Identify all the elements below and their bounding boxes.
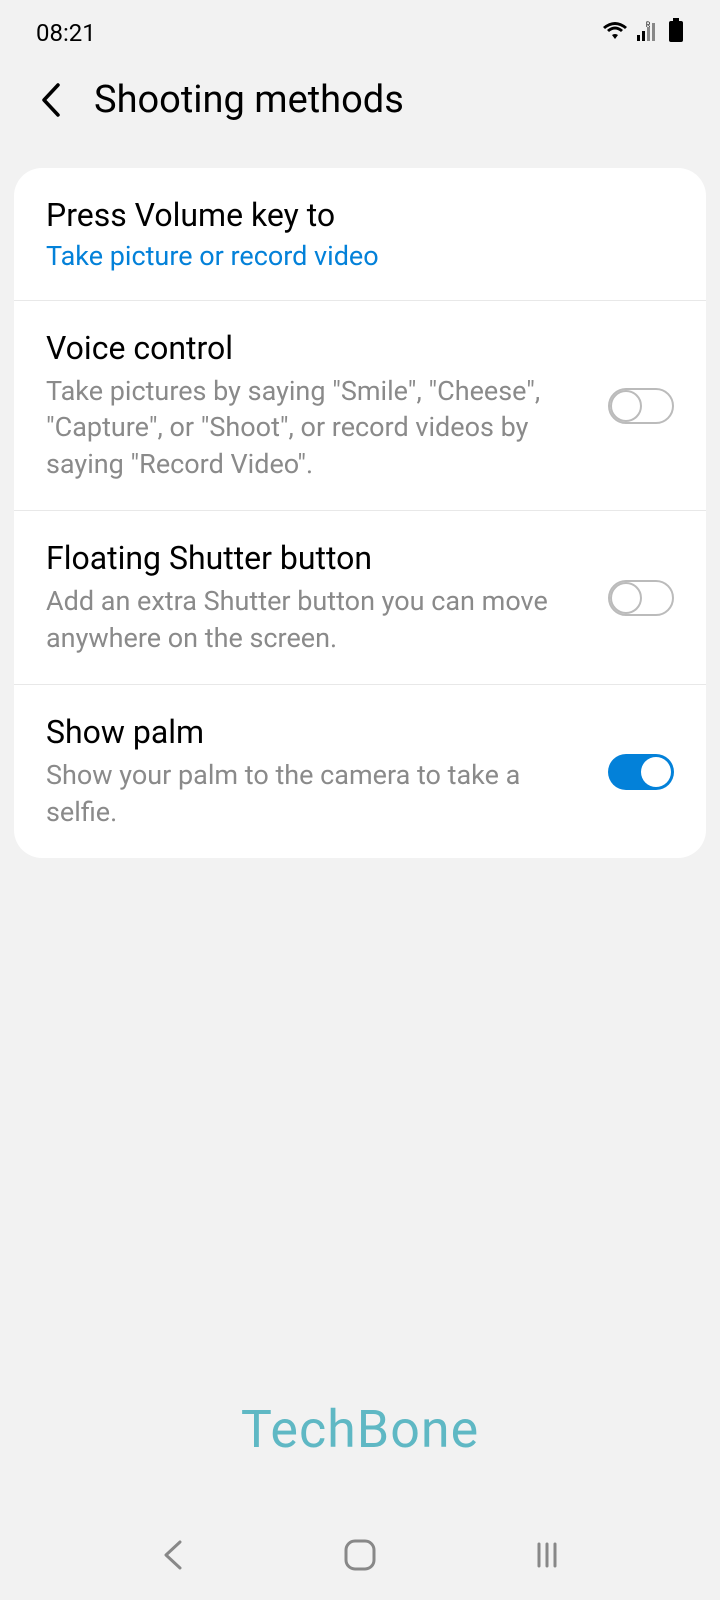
back-button[interactable] xyxy=(36,85,66,115)
toggle-floating-shutter[interactable] xyxy=(608,580,674,616)
header: Shooting methods xyxy=(0,60,720,150)
status-icons: R xyxy=(602,18,684,48)
setting-title: Show palm xyxy=(46,713,592,751)
setting-title: Voice control xyxy=(46,329,592,367)
setting-floating-shutter[interactable]: Floating Shutter button Add an extra Shu… xyxy=(14,511,706,685)
settings-card: Press Volume key to Take picture or reco… xyxy=(14,168,706,858)
toggle-voice-control[interactable] xyxy=(608,388,674,424)
navigation-bar xyxy=(0,1510,720,1600)
setting-volume-key[interactable]: Press Volume key to Take picture or reco… xyxy=(14,168,706,301)
nav-back-button[interactable] xyxy=(143,1525,203,1585)
signal-icon: R xyxy=(636,19,660,47)
page-title: Shooting methods xyxy=(94,78,404,122)
setting-title: Press Volume key to xyxy=(46,196,658,234)
battery-icon xyxy=(668,18,684,48)
setting-desc: Show your palm to the camera to take a s… xyxy=(46,757,592,830)
status-time: 08:21 xyxy=(36,19,96,47)
setting-voice-control[interactable]: Voice control Take pictures by saying "S… xyxy=(14,301,706,511)
toggle-show-palm[interactable] xyxy=(608,754,674,790)
nav-home-button[interactable] xyxy=(330,1525,390,1585)
setting-desc: Take pictures by saying "Smile", "Cheese… xyxy=(46,373,592,482)
setting-show-palm[interactable]: Show palm Show your palm to the camera t… xyxy=(14,685,706,858)
setting-title: Floating Shutter button xyxy=(46,539,592,577)
watermark: TechBone xyxy=(241,1399,479,1460)
status-bar: 08:21 R xyxy=(0,0,720,60)
wifi-icon xyxy=(602,19,628,47)
setting-value: Take picture or record video xyxy=(46,240,658,272)
setting-desc: Add an extra Shutter button you can move… xyxy=(46,583,592,656)
nav-recents-button[interactable] xyxy=(517,1525,577,1585)
